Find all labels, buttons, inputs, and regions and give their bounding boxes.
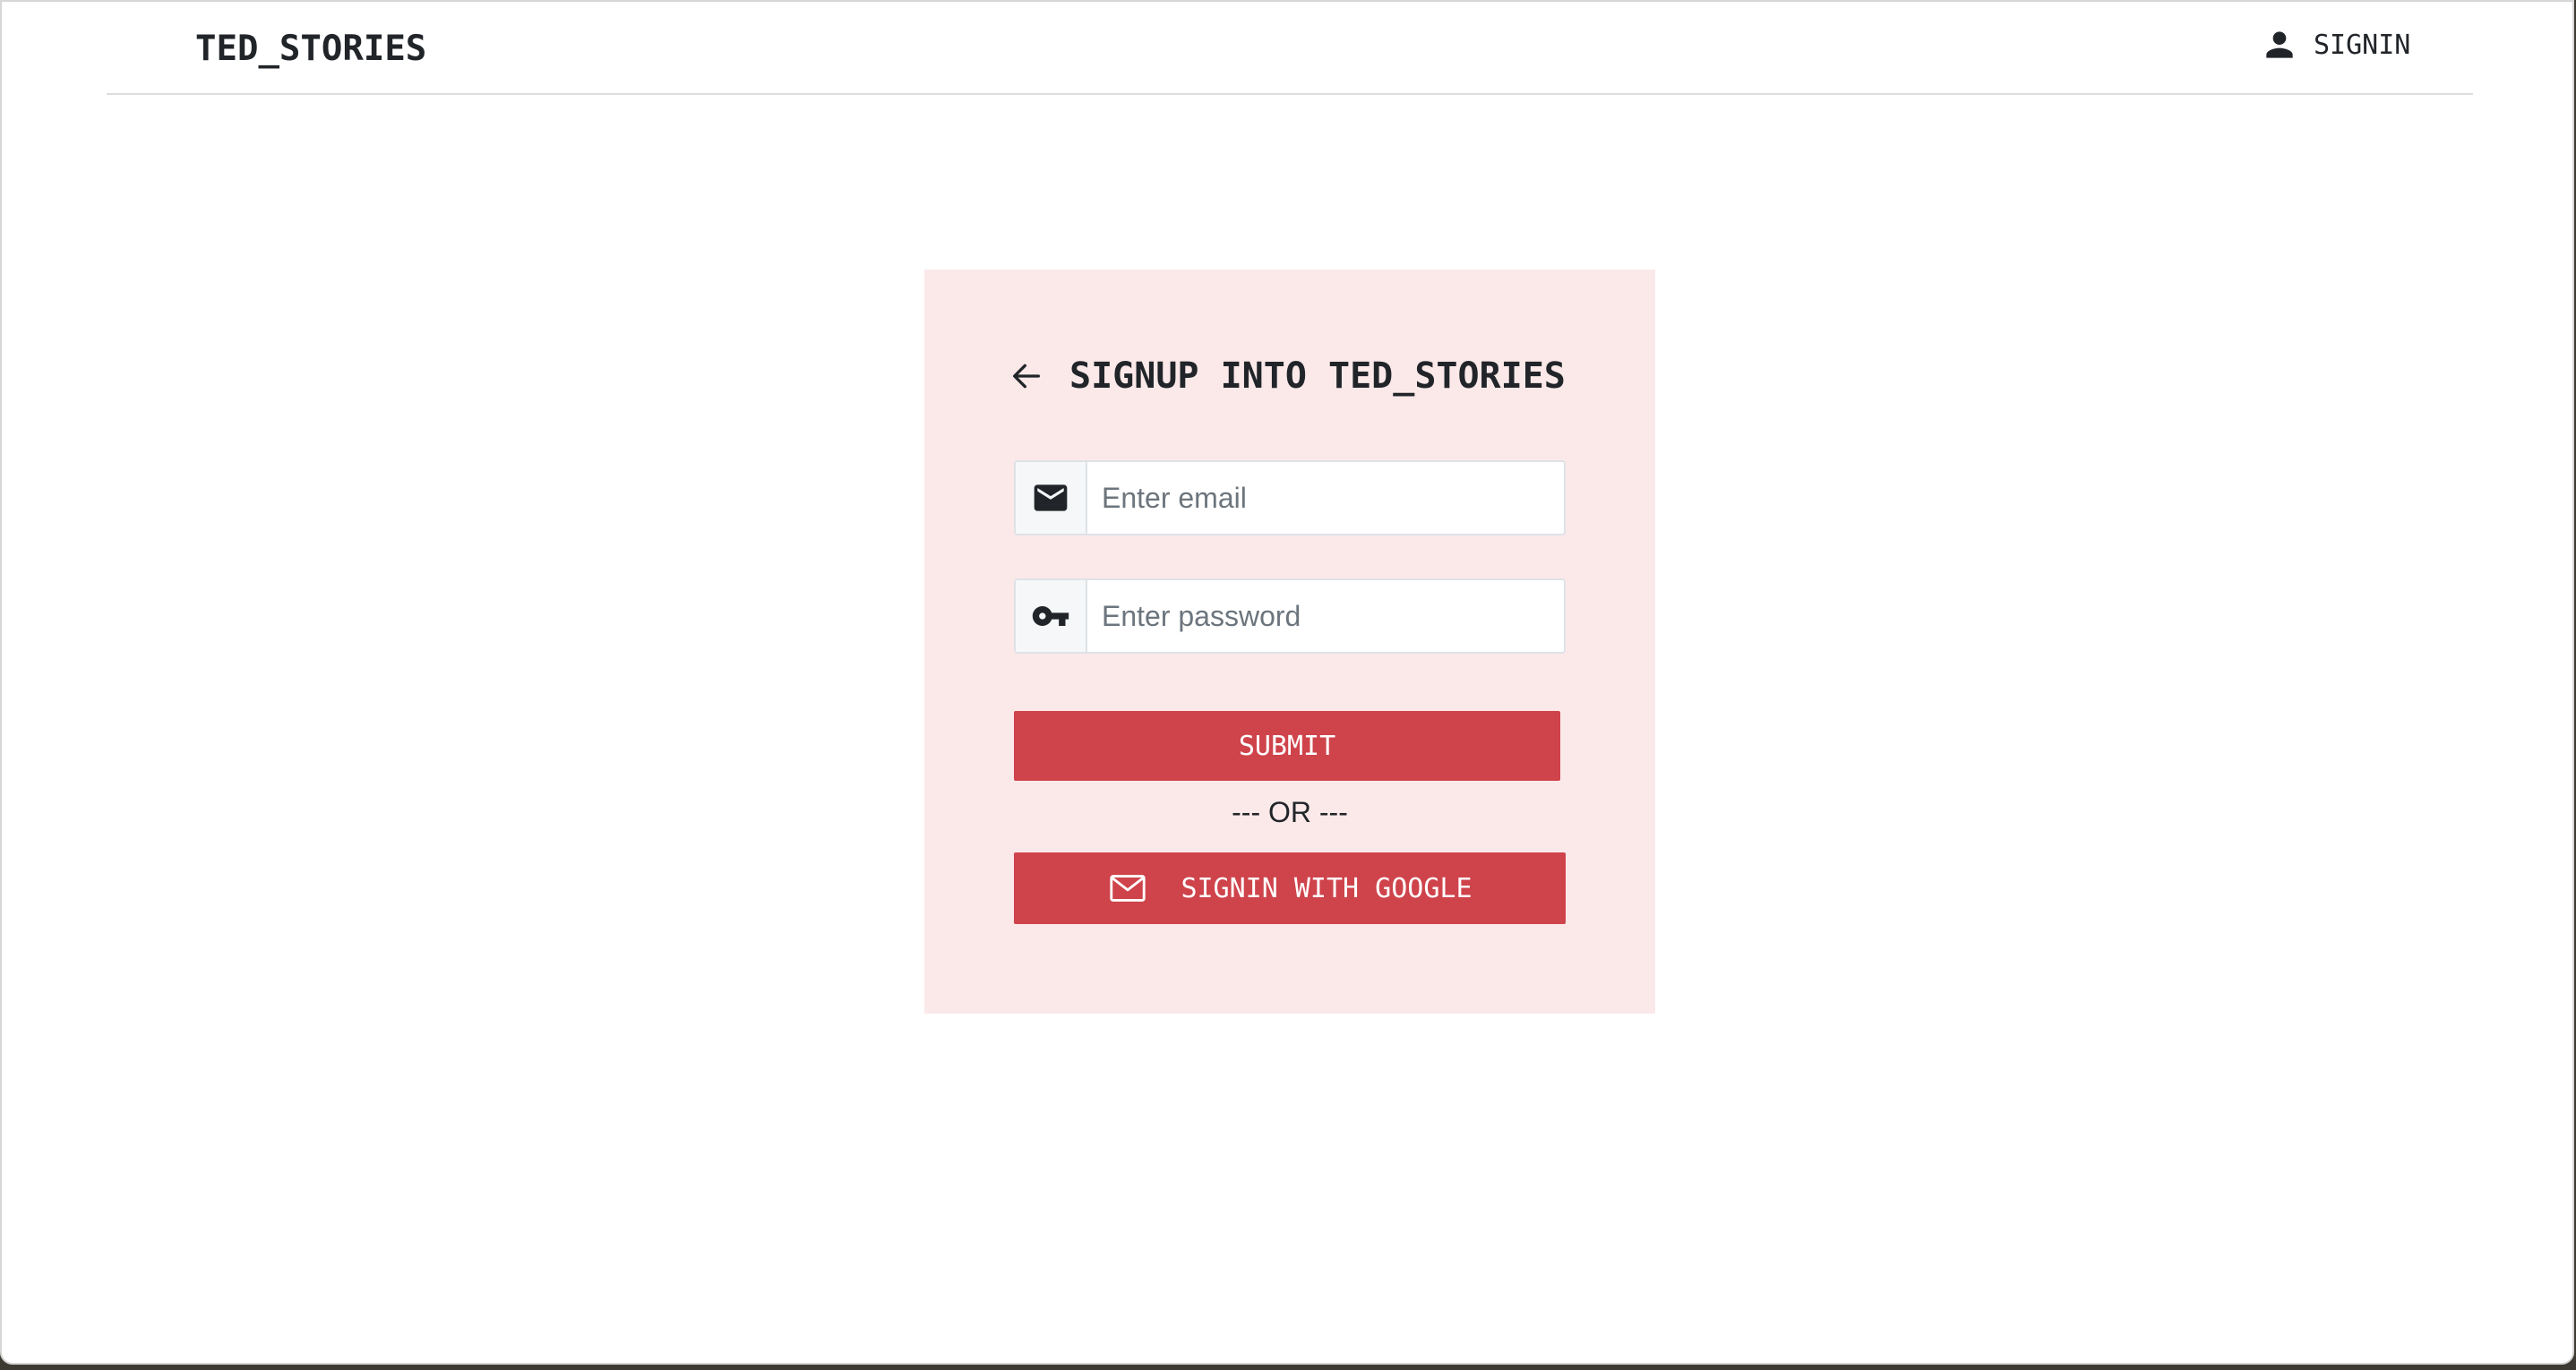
password-addon [1016,580,1087,652]
browser-window: TED_STORIES SIGNIN SIGNUP INTO TED_STORI… [0,0,2574,1365]
navbar: TED_STORIES SIGNIN [107,2,2473,95]
email-input-group [1014,460,1566,535]
email-field[interactable] [1087,462,1564,534]
email-addon [1016,462,1087,534]
arrow-left-icon[interactable] [1009,358,1044,394]
key-icon [1032,606,1069,626]
envelope-icon [1034,484,1068,511]
password-field[interactable] [1087,580,1564,652]
or-divider: --- OR --- [1232,796,1348,828]
envelope-outline-icon [1110,875,1146,902]
card-header: SIGNUP INTO TED_STORIES [1009,355,1566,397]
google-signin-button[interactable]: SIGNIN WITH GOOGLE [1014,852,1566,924]
signin-link[interactable]: SIGNIN [2260,25,2410,64]
person-icon [2266,31,2293,58]
submit-button[interactable]: SUBMIT [1014,711,1560,781]
brand-logo[interactable]: TED_STORIES [195,29,426,69]
signup-card: SIGNUP INTO TED_STORIES SUBMIT --- OR --… [924,270,1655,1014]
card-title: SIGNUP INTO TED_STORIES [1069,355,1566,397]
password-input-group [1014,578,1566,654]
signin-label: SIGNIN [2314,29,2411,61]
google-signin-label: SIGNIN WITH GOOGLE [1181,872,1473,904]
